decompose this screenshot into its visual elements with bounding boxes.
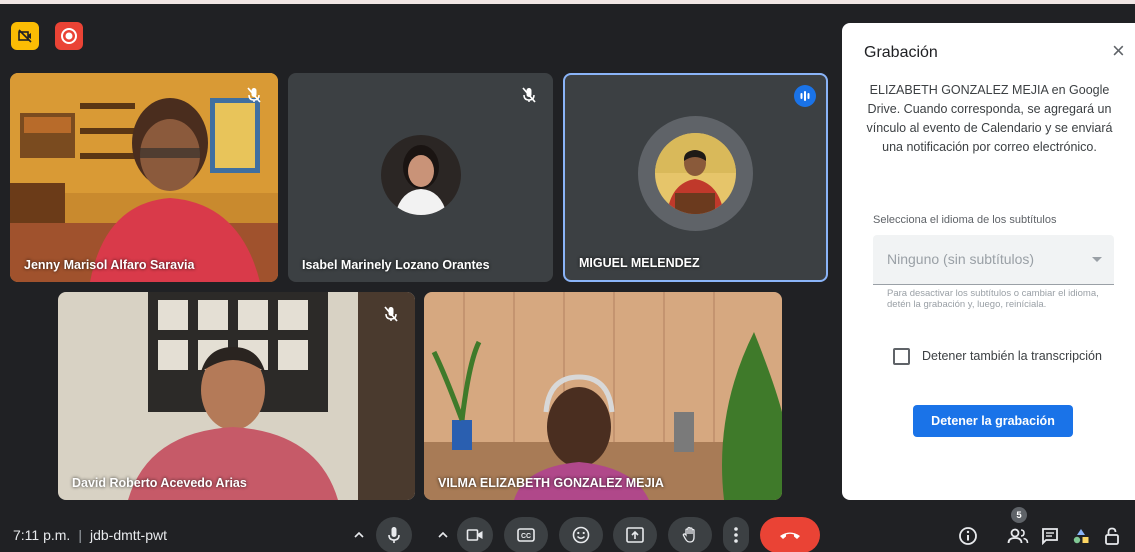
participant-video	[10, 73, 278, 282]
participant-name: VILMA ELIZABETH GONZALEZ MEJIA	[438, 476, 664, 490]
participant-tile[interactable]: VILMA ELIZABETH GONZALEZ MEJIA	[424, 292, 782, 500]
record-icon	[61, 28, 77, 44]
chevron-up-icon	[354, 531, 364, 538]
subtitle-language-select[interactable]: Ninguno (sin subtítulos)	[873, 235, 1114, 285]
participant-name: MIGUEL MELENDEZ	[579, 256, 700, 270]
participant-video	[424, 292, 782, 500]
mic-off-icon	[247, 87, 261, 103]
meeting-info: 7:11 p.m. | jdb-dmtt-pwt	[13, 527, 167, 543]
participant-tile[interactable]: David Roberto Acevedo Arias	[58, 292, 415, 500]
shapes-icon	[1073, 529, 1089, 544]
participant-count-badge: 5	[1011, 507, 1027, 523]
stop-recording-button[interactable]: Detener la grabación	[913, 405, 1073, 437]
meeting-separator: |	[78, 527, 82, 543]
recording-panel: Grabación × ELIZABETH GONZALEZ MEJIA en …	[842, 23, 1135, 500]
participant-tile-active[interactable]: MIGUEL MELENDEZ	[563, 73, 828, 282]
present-to-all-icon	[626, 527, 644, 543]
reactions-button[interactable]	[559, 517, 603, 552]
video-options-button[interactable]	[431, 517, 455, 552]
participant-tile[interactable]: Jenny Marisol Alfaro Saravia	[10, 73, 278, 282]
meeting-time: 7:11 p.m.	[13, 527, 71, 543]
dropdown-arrow-icon	[1092, 257, 1102, 262]
meeting-details-button[interactable]	[955, 523, 981, 549]
participant-name: Isabel Marinely Lozano Orantes	[302, 258, 490, 272]
top-border	[0, 0, 1135, 4]
people-button[interactable]	[1005, 523, 1031, 549]
participant-video	[58, 292, 415, 500]
microphone-button[interactable]	[376, 517, 412, 552]
chevron-up-icon	[438, 531, 448, 538]
host-controls-button[interactable]	[1103, 523, 1135, 549]
chat-button[interactable]	[1037, 523, 1063, 549]
participant-tile[interactable]: Isabel Marinely Lozano Orantes	[288, 73, 553, 282]
close-icon[interactable]: ×	[1112, 40, 1125, 62]
present-button[interactable]	[613, 517, 657, 552]
participant-name: David Roberto Acevedo Arias	[72, 476, 247, 490]
avatar	[655, 133, 736, 214]
avatar	[381, 135, 461, 215]
mic-icon	[388, 527, 400, 543]
lock-icon	[1105, 527, 1119, 545]
stop-transcription-label[interactable]: Detener también la transcripción	[922, 349, 1102, 363]
recording-badge[interactable]	[55, 22, 83, 50]
speaking-indicator-icon	[794, 85, 816, 107]
video-off-icon	[18, 29, 32, 43]
more-vertical-icon	[734, 527, 738, 543]
mic-off-icon	[522, 87, 536, 103]
info-icon	[959, 527, 977, 545]
panel-title: Grabación	[864, 44, 938, 61]
videocam-icon	[466, 529, 483, 541]
more-options-button[interactable]	[723, 517, 749, 552]
chat-icon	[1042, 528, 1058, 545]
emoji-icon	[572, 526, 590, 544]
meeting-code: jdb-dmtt-pwt	[89, 527, 167, 543]
captions-button[interactable]: CC	[504, 517, 548, 552]
people-icon	[1007, 528, 1029, 544]
companion-mode-badge[interactable]	[11, 22, 39, 50]
mic-off-icon	[384, 306, 398, 322]
closed-captions-icon: CC	[517, 528, 535, 542]
audio-options-button[interactable]	[347, 517, 371, 552]
camera-button[interactable]	[457, 517, 493, 552]
activities-button[interactable]	[1068, 523, 1094, 549]
subtitle-language-value: Ninguno (sin subtítulos)	[887, 251, 1035, 267]
subtitle-help-text: Para desactivar los subtítulos o cambiar…	[887, 288, 1099, 310]
subtitle-language-label: Selecciona el idioma de los subtítulos	[873, 214, 1057, 226]
hand-icon	[682, 526, 695, 543]
raise-hand-button[interactable]	[668, 517, 712, 552]
stop-transcription-checkbox[interactable]	[893, 348, 910, 365]
leave-call-button[interactable]	[760, 517, 820, 552]
participant-name: Jenny Marisol Alfaro Saravia	[24, 258, 195, 272]
svg-text:CC: CC	[521, 533, 531, 540]
recording-description: ELIZABETH GONZALEZ MEJIA en Google Drive…	[866, 83, 1113, 154]
call-end-icon	[780, 532, 800, 539]
